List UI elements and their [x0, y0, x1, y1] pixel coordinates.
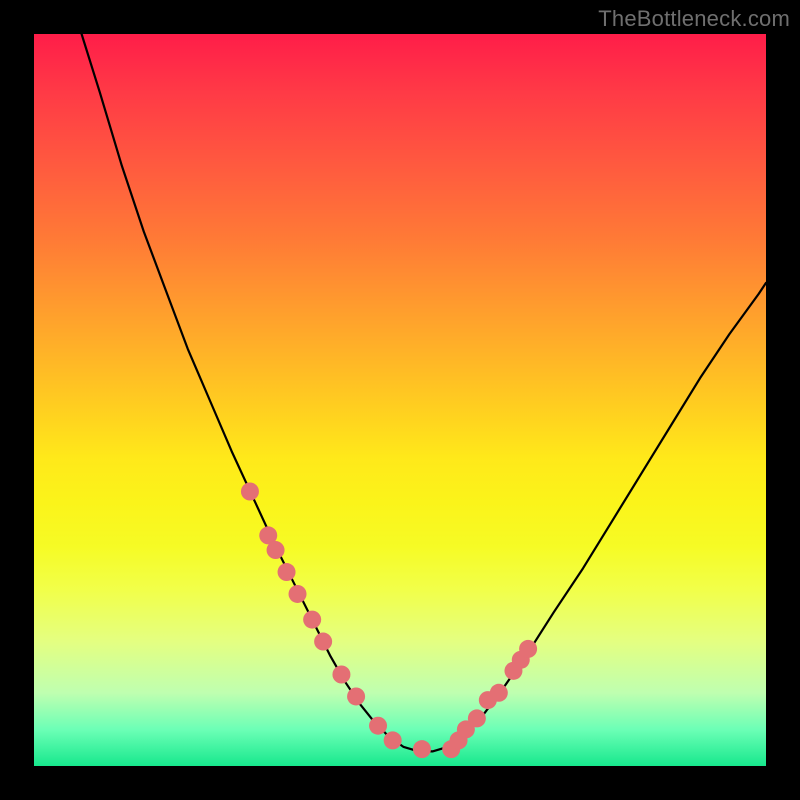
curve-layer	[34, 34, 766, 766]
outer-frame: TheBottleneck.com	[0, 0, 800, 800]
marker-dot	[519, 640, 537, 658]
plot-area	[34, 34, 766, 766]
marker-dot	[289, 585, 307, 603]
bottleneck-curve	[82, 34, 766, 751]
marker-dot	[314, 633, 332, 651]
marker-dot	[347, 687, 365, 705]
watermark-text: TheBottleneck.com	[598, 6, 790, 32]
marker-dot	[332, 666, 350, 684]
marker-dot	[267, 541, 285, 559]
highlight-markers	[241, 483, 537, 759]
marker-dot	[468, 709, 486, 727]
marker-dot	[369, 717, 387, 735]
marker-dot	[303, 611, 321, 629]
marker-dot	[413, 740, 431, 758]
marker-dot	[384, 731, 402, 749]
marker-dot	[278, 563, 296, 581]
marker-dot	[490, 684, 508, 702]
marker-dot	[241, 483, 259, 501]
